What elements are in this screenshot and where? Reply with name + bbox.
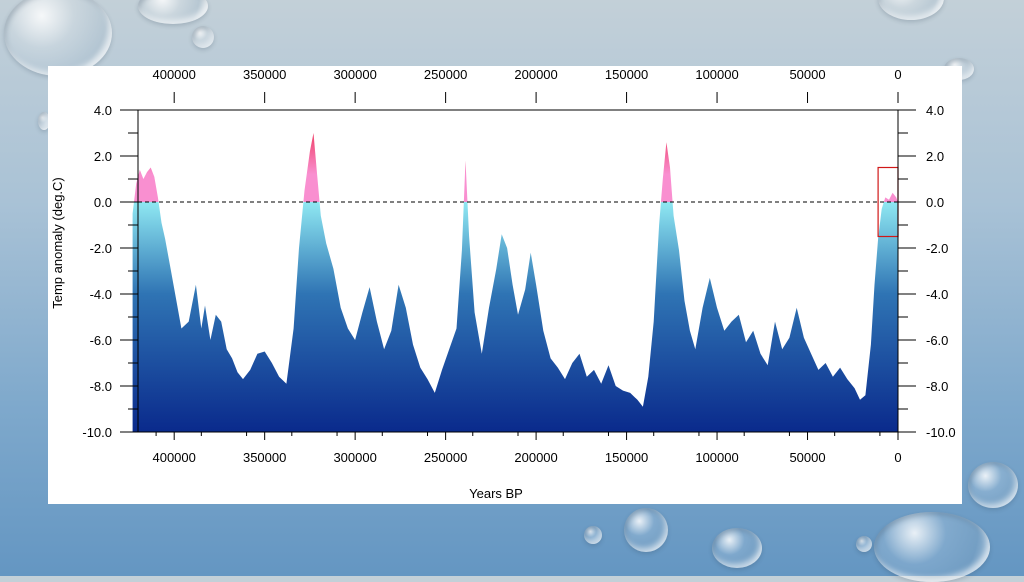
y-axis-title: Temp anomaly (deg.C) (50, 177, 65, 309)
water-droplet (968, 462, 1018, 508)
x-tick-label-bottom: 250000 (424, 450, 467, 465)
y-tick-label-right: -4.0 (926, 287, 948, 302)
y-tick-label-left: 2.0 (94, 149, 112, 164)
water-droplet (624, 508, 668, 552)
y-tick-label-right: 4.0 (926, 103, 944, 118)
x-tick-label-bottom: 350000 (243, 450, 286, 465)
chart-card: 400000 400000 350000 350000 300000 300000 2500… (48, 66, 962, 504)
y-tick-label-right: 2.0 (926, 149, 944, 164)
x-tick-label-top: 350000 (243, 67, 286, 82)
water-droplet (138, 0, 208, 24)
water-droplet (856, 536, 872, 552)
y-tick-label-left: -10.0 (82, 425, 112, 440)
temperature-area-series (132, 133, 899, 432)
x-tick-label-bottom: 0 (894, 450, 901, 465)
x-tick-label-top: 200000 (514, 67, 557, 82)
x-tick-label-top: 50000 (789, 67, 825, 82)
y-tick-label-left: -4.0 (90, 287, 112, 302)
x-tick-label-top: 250000 (424, 67, 467, 82)
y-tick-label-right: -6.0 (926, 333, 948, 348)
x-tick-label-top: 300000 (333, 67, 376, 82)
x-tick-label-bottom: 150000 (605, 450, 648, 465)
temperature-anomaly-chart: 400000 400000 350000 350000 300000 300000 2500… (50, 67, 956, 501)
y-tick-label-right: -2.0 (926, 241, 948, 256)
x-tick-label-top: 400000 (152, 67, 195, 82)
water-droplet (192, 26, 214, 48)
x-tick-label-top: 150000 (605, 67, 648, 82)
y-tick-label-right: -8.0 (926, 379, 948, 394)
y-tick-label-left: -8.0 (90, 379, 112, 394)
water-droplet (874, 512, 990, 582)
x-tick-label-top: 100000 (695, 67, 738, 82)
x-tick-label-bottom: 400000 (152, 450, 195, 465)
x-axis-title: Years BP (469, 486, 523, 501)
water-droplet (878, 0, 944, 20)
y-tick-label-left: 0.0 (94, 195, 112, 210)
x-tick-label-bottom: 200000 (514, 450, 557, 465)
y-tick-label-left: -6.0 (90, 333, 112, 348)
y-tick-label-left: -2.0 (90, 241, 112, 256)
y-tick-label-right: -10.0 (926, 425, 956, 440)
water-droplet (584, 526, 602, 544)
water-droplet (4, 0, 112, 76)
y-tick-label-right: 0.0 (926, 195, 944, 210)
water-droplet (712, 528, 762, 568)
y-tick-label-left: 4.0 (94, 103, 112, 118)
x-tick-label-top: 0 (894, 67, 901, 82)
x-tick-label-bottom: 100000 (695, 450, 738, 465)
x-tick-label-bottom: 300000 (333, 450, 376, 465)
x-tick-label-bottom: 50000 (789, 450, 825, 465)
